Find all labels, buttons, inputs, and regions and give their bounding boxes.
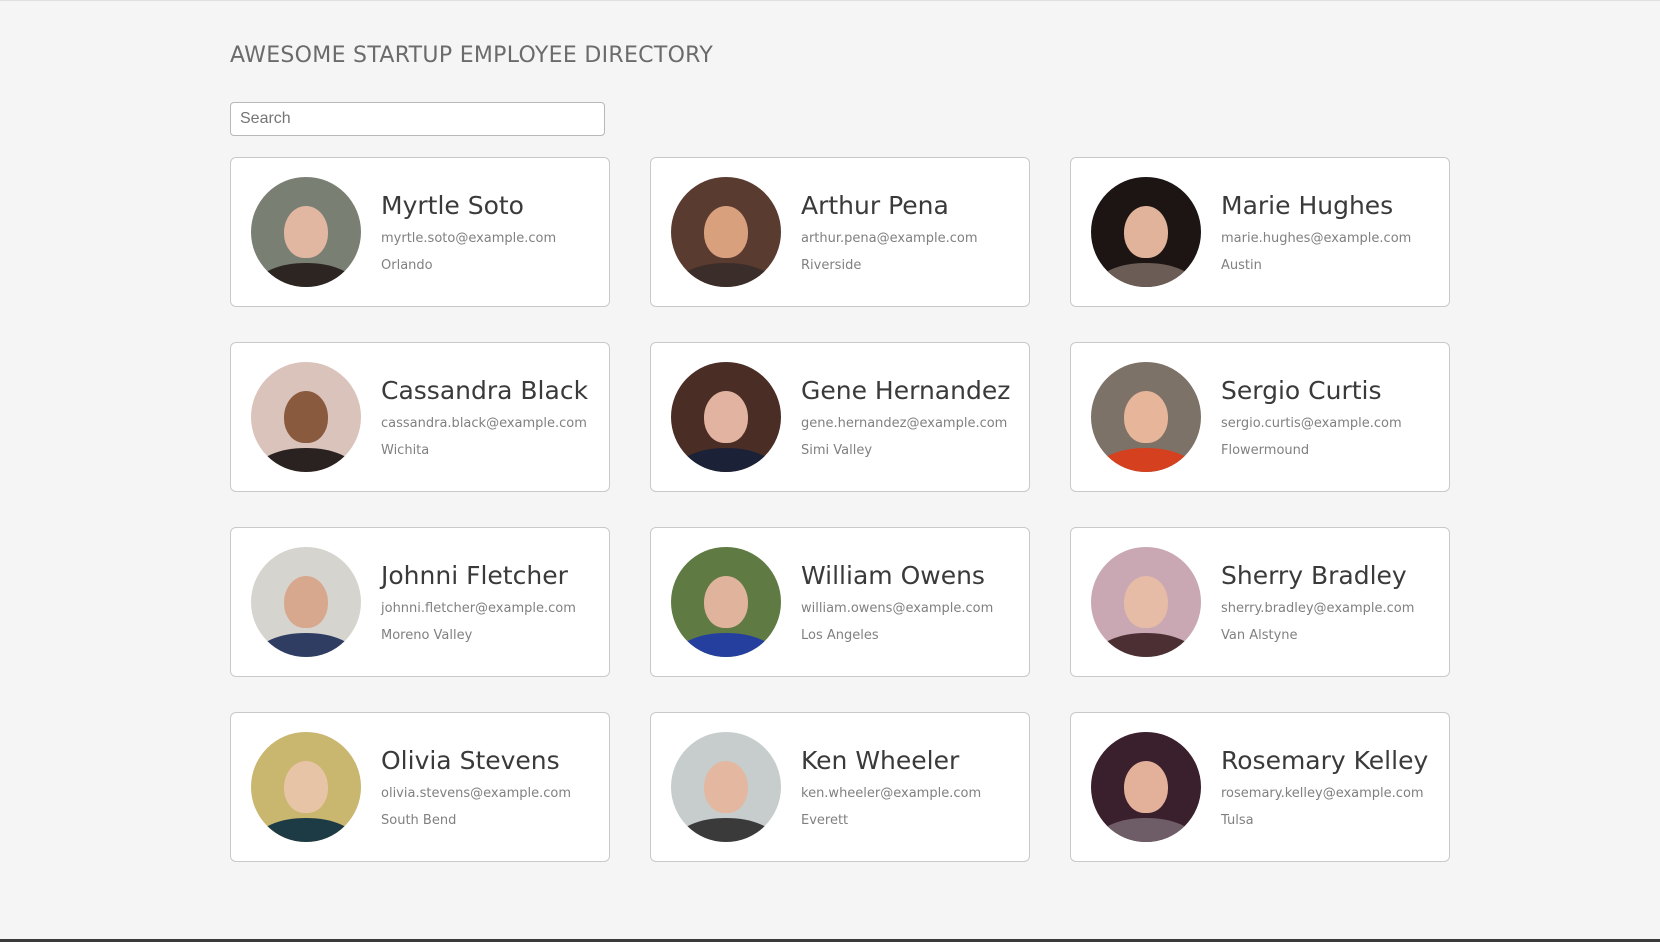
employee-card[interactable]: Sherry Bradley sherry.bradley@example.co… [1070,527,1450,677]
employee-name: Rosemary Kelley [1221,746,1429,775]
employee-name: Arthur Pena [801,191,949,220]
employee-card[interactable]: Rosemary Kelley rosemary.kelley@example.… [1070,712,1450,862]
employee-email: myrtle.soto@example.com [381,231,557,246]
employee-name: Olivia Stevens [381,746,560,775]
employee-avatar [251,547,361,657]
employee-name: Johnni Fletcher [381,561,568,590]
employee-avatar [671,177,781,287]
employee-avatar [1091,547,1201,657]
employee-card[interactable]: Ken Wheeler ken.wheeler@example.com Ever… [650,712,1030,862]
employee-email: sherry.bradley@example.com [1221,601,1415,616]
employee-card[interactable]: Marie Hughes marie.hughes@example.com Au… [1070,157,1450,307]
employee-email: arthur.pena@example.com [801,231,978,246]
employee-city: Everett [801,813,849,828]
employee-avatar [671,732,781,842]
employee-city: South Bend [381,813,457,828]
employee-avatar [251,362,361,472]
employee-avatar [671,362,781,472]
employee-card[interactable]: William Owens william.owens@example.com … [650,527,1030,677]
employee-avatar [251,732,361,842]
employee-avatar [671,547,781,657]
employee-name: Ken Wheeler [801,746,960,775]
employee-email: gene.hernandez@example.com [801,416,1008,431]
employee-city: Tulsa [1221,813,1254,828]
page-title: AWESOME STARTUP EMPLOYEE DIRECTORY [230,43,714,68]
employee-avatar [1091,177,1201,287]
employee-avatar [251,177,361,287]
employee-card[interactable]: Arthur Pena arthur.pena@example.com Rive… [650,157,1030,307]
employee-name: Marie Hughes [1221,191,1394,220]
employee-name: Myrtle Soto [381,191,524,220]
employee-email: william.owens@example.com [801,601,994,616]
employee-city: Orlando [381,258,433,273]
employee-card[interactable]: Cassandra Black cassandra.black@example.… [230,342,610,492]
employee-card[interactable]: Myrtle Soto myrtle.soto@example.com Orla… [230,157,610,307]
employee-name: Cassandra Black [381,376,589,405]
employee-card[interactable]: Olivia Stevens olivia.stevens@example.co… [230,712,610,862]
employee-avatar [1091,732,1201,842]
employee-name: William Owens [801,561,985,590]
employee-card[interactable]: Sergio Curtis sergio.curtis@example.com … [1070,342,1450,492]
employee-card[interactable]: Gene Hernandez gene.hernandez@example.co… [650,342,1030,492]
employee-email: sergio.curtis@example.com [1221,416,1402,431]
employee-city: Wichita [381,443,430,458]
employee-city: Austin [1221,258,1262,273]
employee-city: Moreno Valley [381,628,473,643]
employee-name: Sergio Curtis [1221,376,1382,405]
employee-email: ken.wheeler@example.com [801,786,982,801]
employee-city: Van Alstyne [1221,628,1298,643]
employee-avatar [1091,362,1201,472]
employee-email: marie.hughes@example.com [1221,231,1412,246]
employee-grid: Myrtle Soto myrtle.soto@example.com Orla… [230,157,1450,862]
employee-email: olivia.stevens@example.com [381,786,572,801]
employee-city: Los Angeles [801,628,879,643]
employee-name: Sherry Bradley [1221,561,1407,590]
search-input[interactable] [230,102,605,136]
employee-city: Simi Valley [801,443,873,458]
employee-email: johnni.fletcher@example.com [381,601,576,616]
employee-name: Gene Hernandez [801,376,1011,405]
employee-email: rosemary.kelley@example.com [1221,786,1424,801]
employee-card[interactable]: Johnni Fletcher johnni.fletcher@example.… [230,527,610,677]
employee-city: Riverside [801,258,862,273]
employee-city: Flowermound [1221,443,1310,458]
employee-email: cassandra.black@example.com [381,416,587,431]
